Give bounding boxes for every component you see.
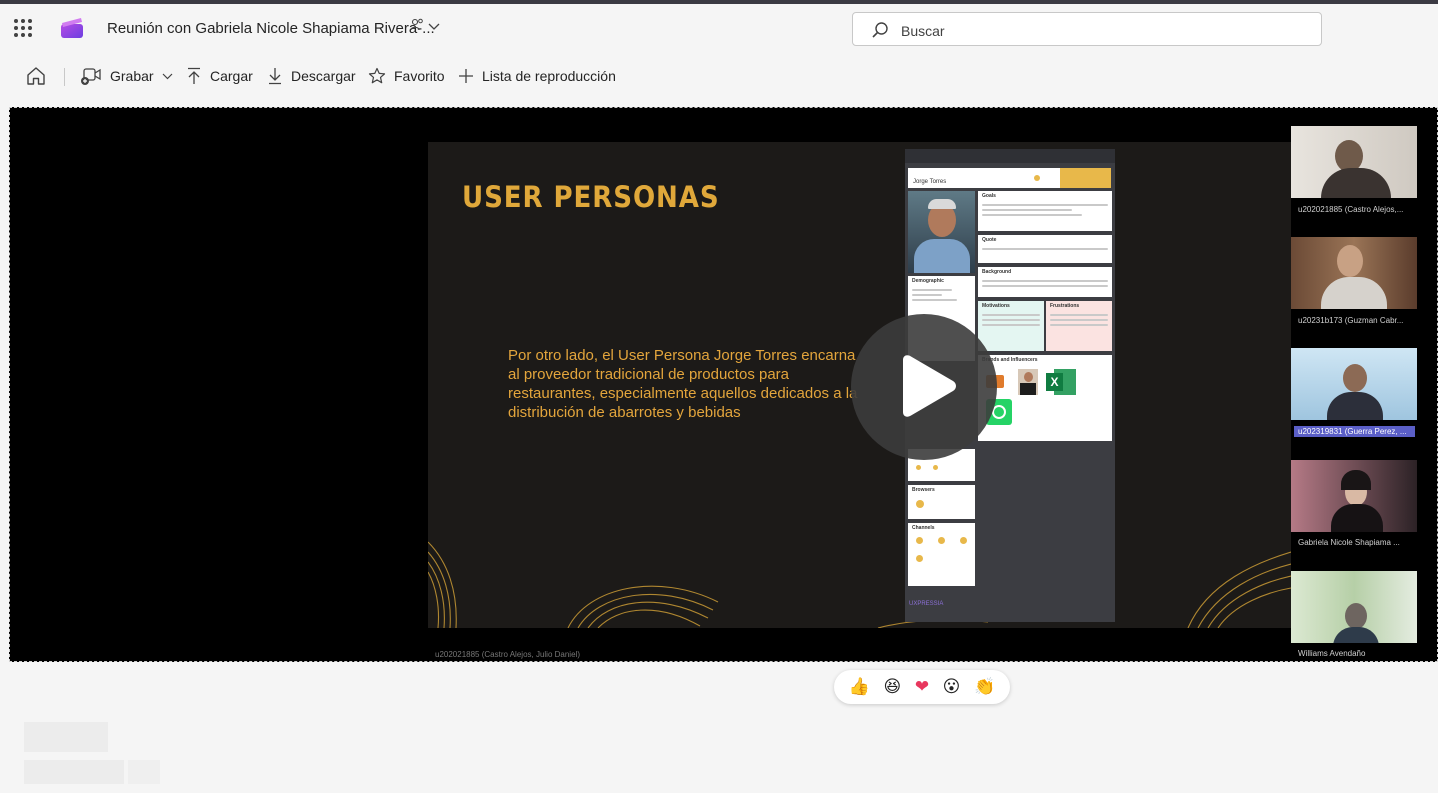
participant-video-1[interactable] [1291, 126, 1417, 198]
persona-badge-dot [1034, 175, 1040, 181]
record-label: Grabar [110, 68, 154, 84]
persona-gold-tag [1060, 168, 1111, 188]
persona-quote: Quote [978, 235, 1112, 263]
reactions-bar: 👍 😆 ❤ 😮 👏 [834, 670, 1010, 704]
persona-name: Jorge Torres [913, 179, 947, 185]
chevron-down-icon[interactable] [162, 73, 173, 80]
search-box[interactable]: Buscar [852, 12, 1322, 46]
play-icon [903, 355, 956, 417]
toolbar: Grabar Cargar Descargar Favorito Lista d… [0, 56, 1438, 96]
participant-name-1: u202021885 (Castro Alejos,... [1298, 205, 1404, 214]
persona-goals: Goals [978, 191, 1112, 231]
playlist-label: Lista de reproducción [482, 68, 616, 84]
persona-name-card: Jorge Torres [908, 168, 1111, 188]
slide-title: USER PERSONAS [462, 180, 720, 214]
uxpressia-logo: UXPRESSIA [909, 601, 944, 607]
participant-video-3[interactable] [1291, 348, 1417, 420]
toolbar-divider [64, 68, 65, 86]
add-icon [459, 69, 473, 83]
search-icon [872, 22, 888, 38]
quote-heading: Quote [982, 237, 997, 243]
upload-button[interactable]: Cargar [186, 65, 253, 87]
background-heading: Background [982, 269, 1012, 275]
brands-heading: Brands and Influencers [982, 357, 1038, 363]
upload-icon [188, 67, 200, 84]
influencer-photo [1018, 369, 1038, 395]
thumbs-up-reaction[interactable]: 👍 [849, 678, 870, 696]
chevron-down-icon[interactable] [428, 23, 440, 31]
persona-motivations: Motivations [978, 301, 1044, 351]
loading-placeholder [24, 722, 108, 752]
goals-heading: Goals [982, 193, 996, 199]
star-icon [368, 67, 386, 84]
persona-header-bar [905, 149, 1115, 163]
surprised-reaction[interactable]: 😮 [943, 678, 961, 696]
download-icon [269, 68, 281, 85]
search-input[interactable]: Buscar [901, 23, 945, 39]
record-button[interactable]: Grabar [80, 65, 173, 87]
frustrations-heading: Frustrations [1050, 303, 1080, 309]
download-label: Descargar [291, 68, 356, 84]
slide-body-text: Por otro lado, el User Persona Jorge Tor… [508, 347, 858, 421]
persona-frustrations: Frustrations [1046, 301, 1112, 351]
participant-name-4: Gabriela Nicole Shapiama ... [1298, 538, 1400, 547]
demographic-heading: Demographic [912, 278, 944, 284]
upload-label: Cargar [210, 68, 253, 84]
heart-reaction[interactable]: ❤ [915, 678, 929, 696]
browsers-heading: Browsers [912, 487, 935, 493]
play-button[interactable] [851, 314, 997, 460]
record-icon [81, 68, 101, 85]
participant-name-5: Williams Avendaño [1298, 649, 1366, 658]
clipchamp-icon [61, 18, 83, 38]
channels-heading: Channels [912, 525, 935, 531]
persona-brands: Brands and Influencers X [978, 355, 1112, 441]
participant-video-2[interactable] [1291, 237, 1417, 309]
persona-channels: Channels [908, 523, 975, 586]
laugh-reaction[interactable]: 😆 [884, 678, 902, 696]
loading-placeholder [24, 760, 124, 784]
persona-photo [908, 191, 975, 273]
participant-video-4[interactable] [1291, 460, 1417, 532]
participant-name-3: u202319831 (Guerra Perez, ... [1294, 426, 1415, 437]
excel-icon: X [1046, 369, 1076, 395]
persona-browsers: Browsers [908, 485, 975, 519]
waffle-icon[interactable] [14, 19, 32, 37]
download-button[interactable]: Descargar [267, 65, 356, 87]
loading-placeholder [128, 760, 160, 784]
header: Reunión con Gabriela Nicole Shapiama Riv… [0, 4, 1438, 52]
persona-background: Background [978, 267, 1112, 297]
video-speaker-caption: u202021885 (Castro Alejos, Julio Daniel) [435, 650, 580, 659]
add-to-playlist-button[interactable]: Lista de reproducción [458, 65, 616, 87]
home-icon[interactable] [26, 66, 46, 86]
applause-reaction[interactable]: 👏 [974, 678, 995, 696]
people-icon[interactable] [410, 18, 424, 32]
favorite-button[interactable]: Favorito [368, 65, 445, 87]
participant-video-5[interactable] [1291, 571, 1417, 643]
favorite-label: Favorito [394, 68, 445, 84]
participant-name-2: u20231b173 (Guzman Cabr... [1298, 316, 1404, 325]
video-player[interactable]: USER PERSONAS Por otro lado, el User Per… [9, 107, 1438, 662]
meeting-title[interactable]: Reunión con Gabriela Nicole Shapiama Riv… [107, 20, 435, 37]
motivations-heading: Motivations [982, 303, 1010, 309]
